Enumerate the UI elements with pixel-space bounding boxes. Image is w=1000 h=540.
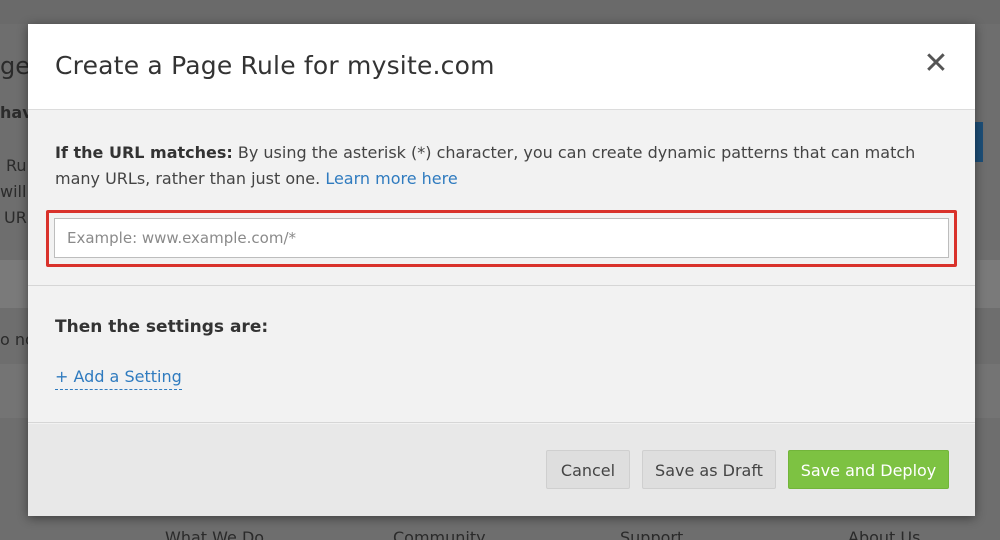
modal-header: Create a Page Rule for mysite.com ✕ [28, 24, 975, 110]
learn-more-link[interactable]: Learn more here [325, 169, 457, 188]
background-text: Ru [6, 156, 27, 175]
modal-footer: Cancel Save as Draft Save and Deploy [28, 424, 975, 516]
footer-link: Support [620, 528, 684, 540]
footer-link: Community [393, 528, 486, 540]
add-setting-link[interactable]: + Add a Setting [55, 367, 182, 390]
settings-section: Then the settings are: + Add a Setting [28, 287, 975, 423]
footer-link: What We Do [165, 528, 265, 540]
close-icon[interactable]: ✕ [918, 46, 954, 82]
footer-link: About Us [848, 528, 921, 540]
settings-heading: Then the settings are: [55, 317, 269, 337]
url-match-label: If the URL matches: [55, 143, 233, 162]
background-button [975, 122, 983, 162]
modal-title: Create a Page Rule for mysite.com [55, 51, 495, 80]
url-match-description: If the URL matches: By using the asteris… [55, 140, 945, 192]
save-as-draft-button[interactable]: Save as Draft [642, 450, 776, 489]
background-text: UR [4, 208, 27, 227]
url-pattern-input[interactable] [54, 218, 949, 258]
cancel-button[interactable]: Cancel [546, 450, 630, 489]
page-rule-modal: Create a Page Rule for mysite.com ✕ If t… [28, 24, 975, 516]
background-text: ge [0, 52, 30, 80]
background-text: will [0, 182, 27, 201]
url-match-section: If the URL matches: By using the asteris… [28, 111, 975, 286]
save-and-deploy-button[interactable]: Save and Deploy [788, 450, 949, 489]
background-header-band [0, 0, 1000, 24]
